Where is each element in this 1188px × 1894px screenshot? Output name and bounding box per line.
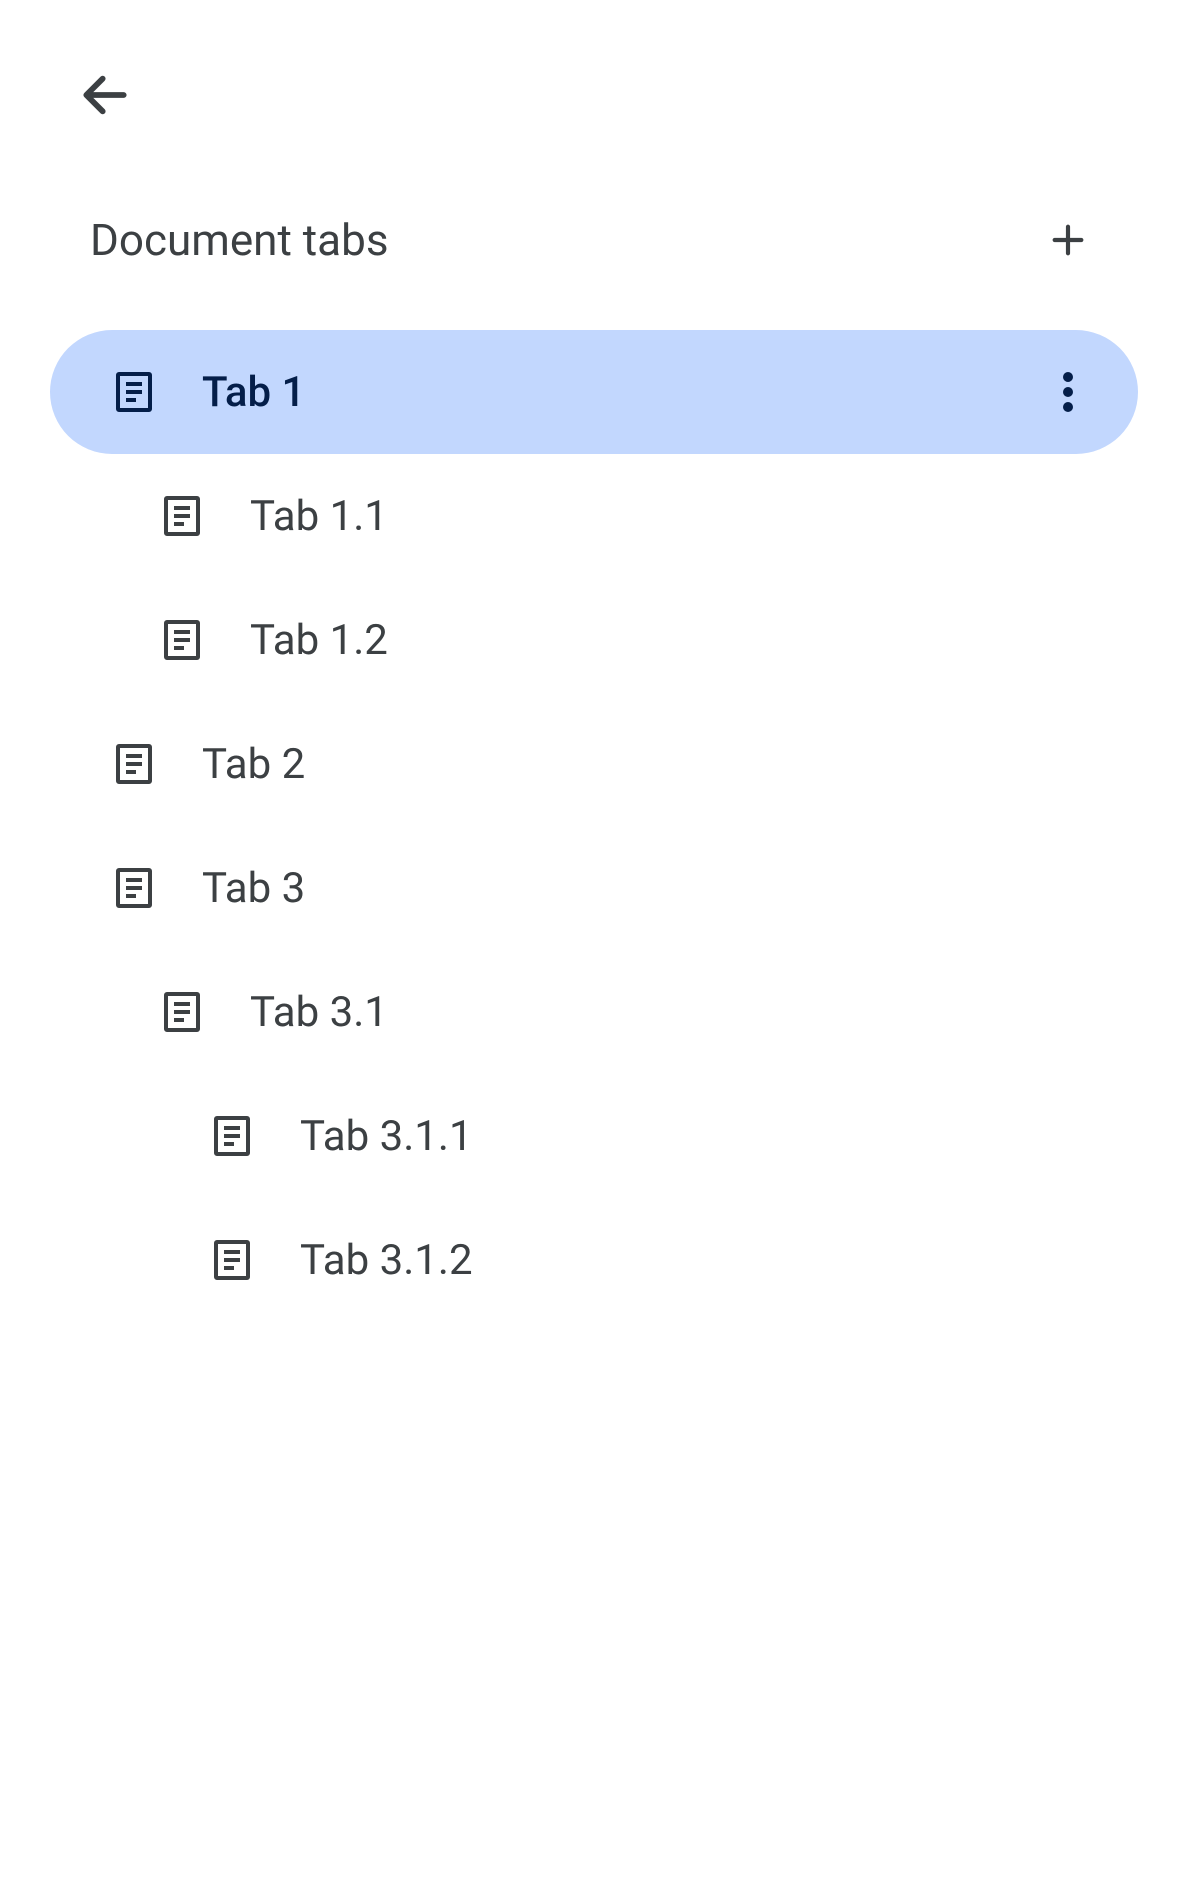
document-icon xyxy=(158,616,206,664)
tab-more-button[interactable] xyxy=(1038,362,1098,422)
tab-item-tab-3-1[interactable]: Tab 3.1 xyxy=(50,950,1138,1074)
document-icon xyxy=(208,1236,256,1284)
document-icon xyxy=(208,1112,256,1160)
tab-item-tab-3[interactable]: Tab 3 xyxy=(50,826,1138,950)
tab-label: Tab 1 xyxy=(202,368,305,417)
plus-icon xyxy=(1048,220,1088,260)
tab-label: Tab 3 xyxy=(202,864,305,913)
tab-label: Tab 3.1 xyxy=(250,988,388,1037)
back-button[interactable] xyxy=(60,50,150,140)
document-icon xyxy=(110,864,158,912)
document-icon xyxy=(110,368,158,416)
tab-label: Tab 3.1.1 xyxy=(300,1112,473,1161)
document-icon xyxy=(158,492,206,540)
panel-title: Document tabs xyxy=(90,214,389,266)
tab-label: Tab 3.1.2 xyxy=(300,1236,473,1285)
document-icon xyxy=(110,740,158,788)
tab-list: Tab 1 Tab 1.1 xyxy=(40,330,1148,1322)
tab-label: Tab 2 xyxy=(202,740,305,789)
arrow-left-icon xyxy=(77,67,133,123)
document-icon xyxy=(158,988,206,1036)
tab-item-tab-1[interactable]: Tab 1 xyxy=(50,330,1138,454)
tab-label: Tab 1.1 xyxy=(250,492,388,541)
tab-item-tab-3-1-1[interactable]: Tab 3.1.1 xyxy=(50,1074,1138,1198)
add-tab-button[interactable] xyxy=(1038,210,1098,270)
tab-item-tab-3-1-2[interactable]: Tab 3.1.2 xyxy=(50,1198,1138,1322)
tab-label: Tab 1.2 xyxy=(250,616,388,665)
tab-item-tab-1-2[interactable]: Tab 1.2 xyxy=(50,578,1138,702)
tab-item-tab-1-1[interactable]: Tab 1.1 xyxy=(50,454,1138,578)
more-vertical-icon xyxy=(1063,372,1073,412)
panel-header: Document tabs xyxy=(40,210,1148,270)
tab-item-tab-2[interactable]: Tab 2 xyxy=(50,702,1138,826)
